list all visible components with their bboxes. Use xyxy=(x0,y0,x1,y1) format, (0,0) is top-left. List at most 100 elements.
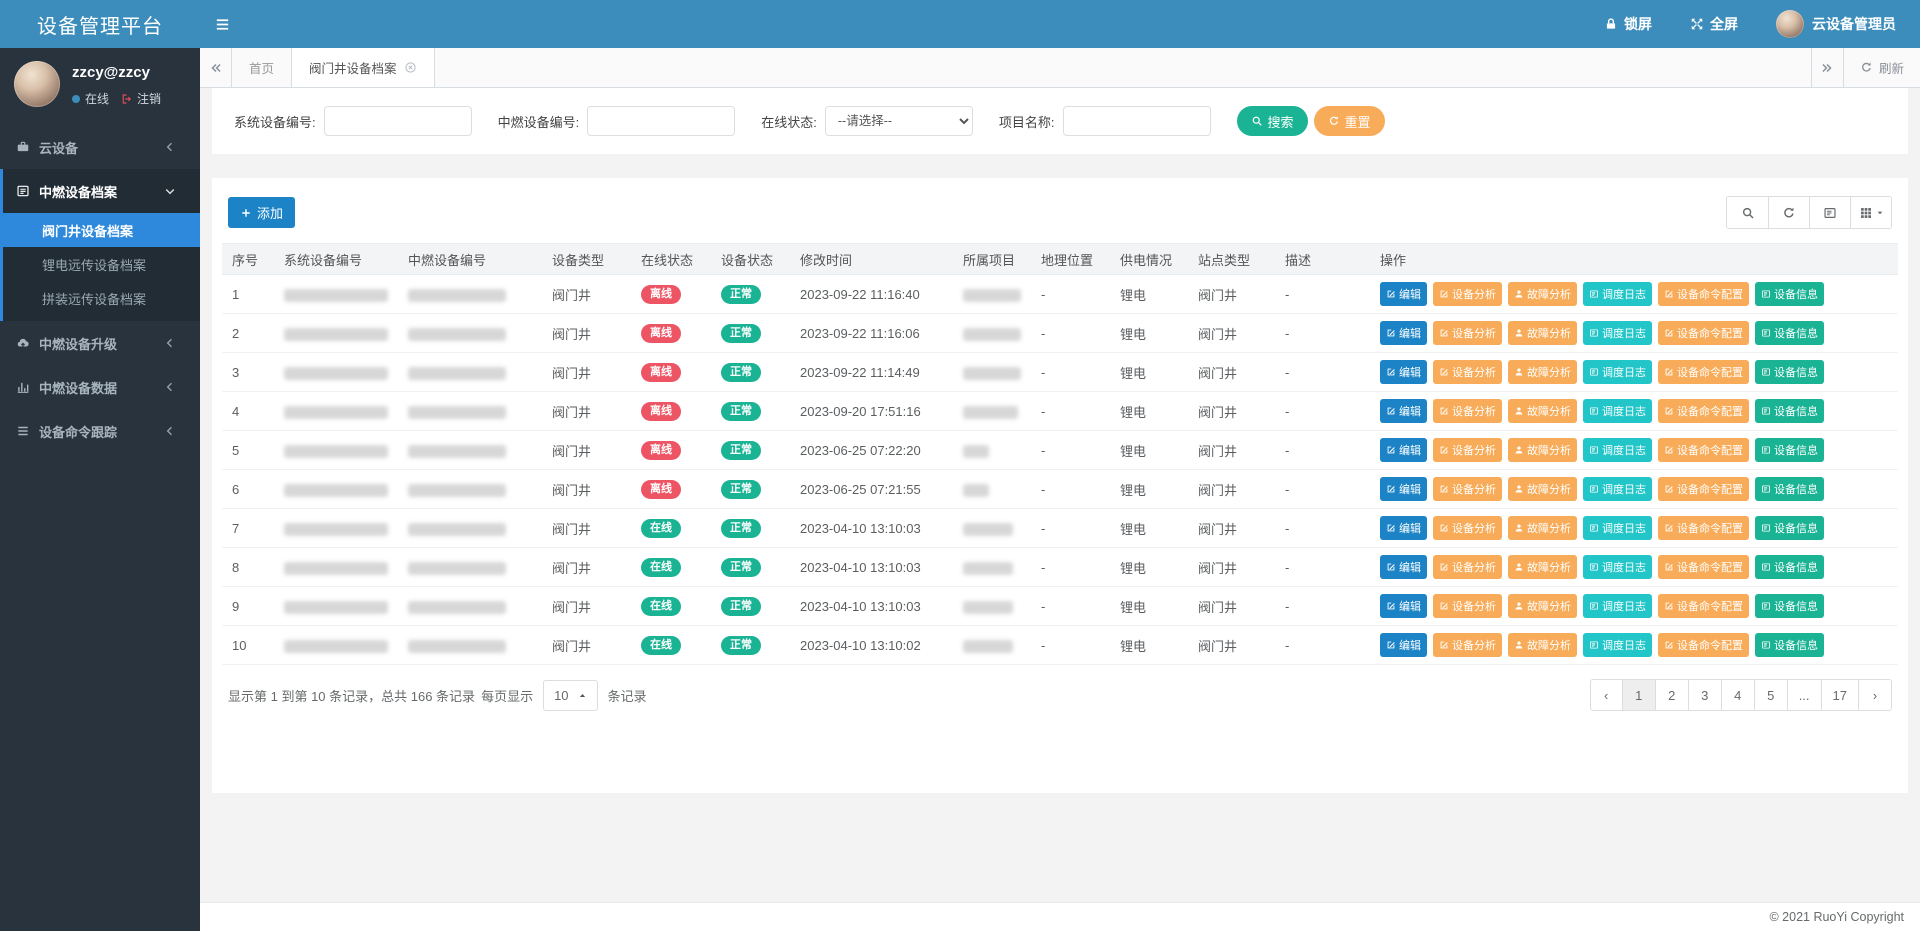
table-columns-button[interactable] xyxy=(1850,197,1891,228)
online-status-select[interactable]: --请选择-- xyxy=(825,106,973,136)
edit-button[interactable]: 编辑 xyxy=(1380,321,1427,345)
page-17-button[interactable]: 17 xyxy=(1822,679,1859,711)
add-button[interactable]: 添加 xyxy=(228,197,295,228)
sidebar-item-0[interactable]: 云设备 xyxy=(3,125,200,169)
device-info-button[interactable]: 设备信息 xyxy=(1755,399,1824,423)
fault-analysis-button[interactable]: 故障分析 xyxy=(1508,633,1577,657)
device-command-config-button[interactable]: 设备命令配置 xyxy=(1658,594,1749,618)
dispatch-log-button[interactable]: 调度日志 xyxy=(1583,594,1652,618)
dispatch-log-button[interactable]: 调度日志 xyxy=(1583,477,1652,501)
page-1-button[interactable]: 1 xyxy=(1623,679,1656,711)
fault-analysis-button[interactable]: 故障分析 xyxy=(1508,516,1577,540)
fault-analysis-button[interactable]: 故障分析 xyxy=(1508,321,1577,345)
dispatch-log-button[interactable]: 调度日志 xyxy=(1583,516,1652,540)
edit-button[interactable]: 编辑 xyxy=(1380,594,1427,618)
edit-button[interactable]: 编辑 xyxy=(1380,399,1427,423)
sidebar-subitem-1-2[interactable]: 拼装远传设备档案 xyxy=(3,281,200,315)
edit-button[interactable]: 编辑 xyxy=(1380,282,1427,306)
page-2-button[interactable]: 2 xyxy=(1656,679,1689,711)
table-detail-view-button[interactable] xyxy=(1809,197,1850,228)
edit-button[interactable]: 编辑 xyxy=(1380,438,1427,462)
search-button[interactable]: 搜索 xyxy=(1237,106,1308,136)
fault-analysis-button[interactable]: 故障分析 xyxy=(1508,477,1577,501)
system-device-no-input[interactable] xyxy=(324,106,472,136)
reset-button[interactable]: 重置 xyxy=(1314,106,1385,136)
device-analysis-button[interactable]: 设备分析 xyxy=(1433,555,1502,579)
device-analysis-button[interactable]: 设备分析 xyxy=(1433,438,1502,462)
device-analysis-button[interactable]: 设备分析 xyxy=(1433,516,1502,540)
table-search-toggle-button[interactable] xyxy=(1727,197,1768,228)
device-info-button[interactable]: 设备信息 xyxy=(1755,594,1824,618)
zr-device-no-input[interactable] xyxy=(587,106,735,136)
project-name-input[interactable] xyxy=(1063,106,1211,136)
device-info-button[interactable]: 设备信息 xyxy=(1755,282,1824,306)
device-command-config-button[interactable]: 设备命令配置 xyxy=(1658,282,1749,306)
device-command-config-button[interactable]: 设备命令配置 xyxy=(1658,516,1749,540)
sidebar-subitem-1-0[interactable]: 阀门井设备档案 xyxy=(3,213,200,247)
dispatch-log-button[interactable]: 调度日志 xyxy=(1583,282,1652,306)
edit-button[interactable]: 编辑 xyxy=(1380,555,1427,579)
lock-screen-button[interactable]: 锁屏 xyxy=(1604,14,1652,34)
fault-analysis-button[interactable]: 故障分析 xyxy=(1508,438,1577,462)
device-info-button[interactable]: 设备信息 xyxy=(1755,633,1824,657)
device-command-config-button[interactable]: 设备命令配置 xyxy=(1658,360,1749,384)
fault-analysis-button[interactable]: 故障分析 xyxy=(1508,555,1577,579)
dispatch-log-button[interactable]: 调度日志 xyxy=(1583,438,1652,462)
fault-analysis-button[interactable]: 故障分析 xyxy=(1508,360,1577,384)
page-ellipsis-button[interactable]: ... xyxy=(1788,679,1822,711)
dispatch-log-button[interactable]: 调度日志 xyxy=(1583,555,1652,579)
user-menu-button[interactable]: 云设备管理员 xyxy=(1776,10,1896,38)
device-command-config-button[interactable]: 设备命令配置 xyxy=(1658,633,1749,657)
sidebar-item-4[interactable]: 设备命令跟踪 xyxy=(3,409,200,453)
fault-analysis-button[interactable]: 故障分析 xyxy=(1508,399,1577,423)
tabs-scroll-right-button[interactable] xyxy=(1811,48,1843,87)
device-info-button[interactable]: 设备信息 xyxy=(1755,516,1824,540)
sidebar-toggle-button[interactable] xyxy=(214,16,231,33)
dispatch-log-button[interactable]: 调度日志 xyxy=(1583,321,1652,345)
page-5-button[interactable]: 5 xyxy=(1755,679,1788,711)
edit-button[interactable]: 编辑 xyxy=(1380,477,1427,501)
device-analysis-button[interactable]: 设备分析 xyxy=(1433,594,1502,618)
device-info-button[interactable]: 设备信息 xyxy=(1755,438,1824,462)
dispatch-log-button[interactable]: 调度日志 xyxy=(1583,360,1652,384)
page-prev-button[interactable]: ‹ xyxy=(1590,679,1623,711)
sidebar-item-3[interactable]: 中燃设备数据 xyxy=(3,365,200,409)
edit-button[interactable]: 编辑 xyxy=(1380,516,1427,540)
device-info-button[interactable]: 设备信息 xyxy=(1755,555,1824,579)
sidebar-item-1[interactable]: 中燃设备档案 xyxy=(3,169,200,213)
fault-analysis-button[interactable]: 故障分析 xyxy=(1508,594,1577,618)
device-analysis-button[interactable]: 设备分析 xyxy=(1433,282,1502,306)
device-command-config-button[interactable]: 设备命令配置 xyxy=(1658,399,1749,423)
edit-button[interactable]: 编辑 xyxy=(1380,360,1427,384)
page-4-button[interactable]: 4 xyxy=(1722,679,1755,711)
page-3-button[interactable]: 3 xyxy=(1689,679,1722,711)
device-analysis-button[interactable]: 设备分析 xyxy=(1433,321,1502,345)
dispatch-log-button[interactable]: 调度日志 xyxy=(1583,633,1652,657)
device-analysis-button[interactable]: 设备分析 xyxy=(1433,360,1502,384)
sidebar-subitem-1-1[interactable]: 锂电远传设备档案 xyxy=(3,247,200,281)
status-online-link[interactable]: 在线 xyxy=(85,90,109,107)
fault-analysis-button[interactable]: 故障分析 xyxy=(1508,282,1577,306)
dispatch-log-button[interactable]: 调度日志 xyxy=(1583,399,1652,423)
device-info-button[interactable]: 设备信息 xyxy=(1755,477,1824,501)
device-info-button[interactable]: 设备信息 xyxy=(1755,321,1824,345)
logout-link[interactable]: 注销 xyxy=(137,90,161,107)
device-analysis-button[interactable]: 设备分析 xyxy=(1433,477,1502,501)
tab-1[interactable]: 阀门井设备档案 xyxy=(292,48,435,87)
device-command-config-button[interactable]: 设备命令配置 xyxy=(1658,555,1749,579)
tabs-scroll-left-button[interactable] xyxy=(200,48,232,87)
tab-0[interactable]: 首页 xyxy=(232,48,292,87)
device-analysis-button[interactable]: 设备分析 xyxy=(1433,399,1502,423)
page-next-button[interactable]: › xyxy=(1859,679,1892,711)
device-analysis-button[interactable]: 设备分析 xyxy=(1433,633,1502,657)
device-command-config-button[interactable]: 设备命令配置 xyxy=(1658,321,1749,345)
sidebar-item-2[interactable]: 中燃设备升级 xyxy=(3,321,200,365)
refresh-tab-button[interactable]: 刷新 xyxy=(1843,48,1920,87)
page-size-dropdown[interactable]: 10 xyxy=(543,680,597,711)
device-info-button[interactable]: 设备信息 xyxy=(1755,360,1824,384)
device-command-config-button[interactable]: 设备命令配置 xyxy=(1658,477,1749,501)
device-command-config-button[interactable]: 设备命令配置 xyxy=(1658,438,1749,462)
edit-button[interactable]: 编辑 xyxy=(1380,633,1427,657)
fullscreen-button[interactable]: 全屏 xyxy=(1690,14,1738,34)
table-refresh-button[interactable] xyxy=(1768,197,1809,228)
